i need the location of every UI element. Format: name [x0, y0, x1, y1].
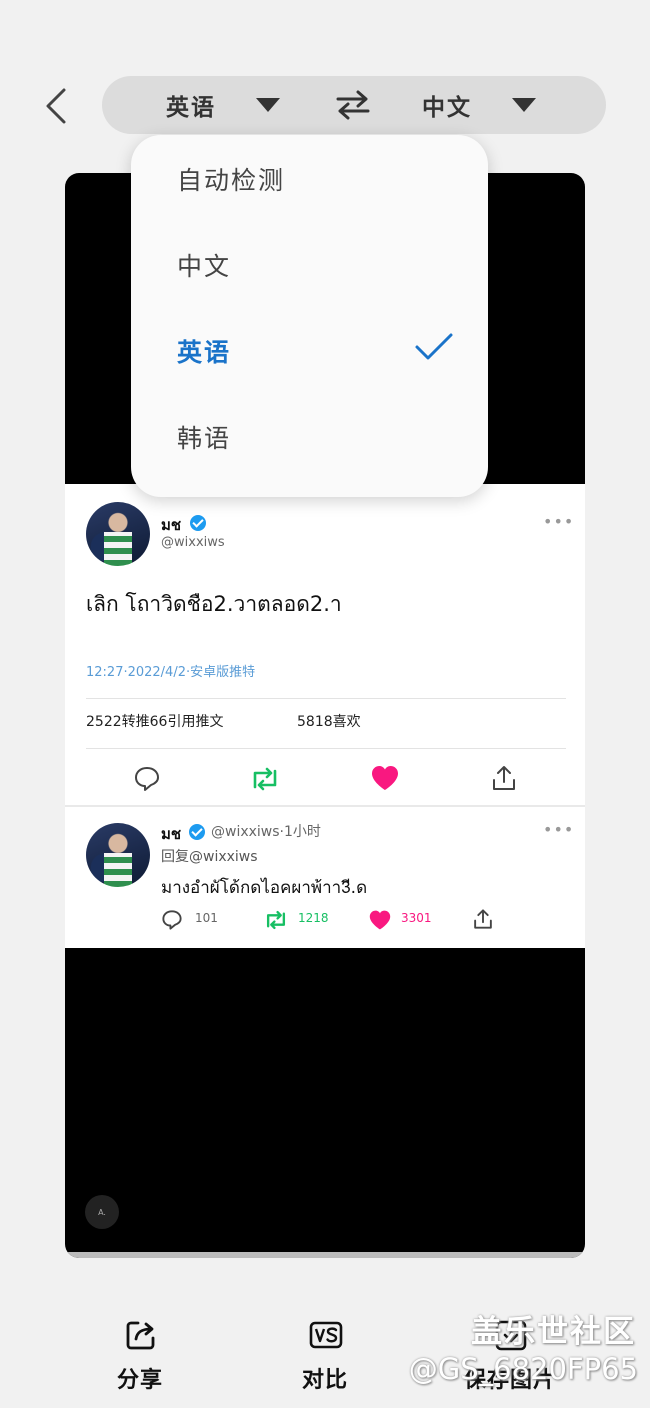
compare-button[interactable]: 对比	[265, 1300, 385, 1400]
reply-author-name: มช	[161, 825, 182, 843]
target-language-label: 中文	[422, 95, 472, 121]
dropdown-item-label: 韩语	[177, 424, 232, 453]
dropdown-item-label: 自动检测	[177, 166, 286, 195]
avatar	[86, 823, 150, 887]
tweet-card: มช @wixxiws ••• เลิก โถาวิดชือ2.วาตลอด2.…	[65, 484, 585, 948]
reply-retweet-button[interactable]	[263, 909, 289, 935]
retweet-icon	[266, 910, 286, 930]
reply-retweet-count: 1218	[298, 911, 329, 925]
comment-icon	[135, 767, 159, 791]
reply-share-button[interactable]	[472, 908, 494, 934]
retweet-icon	[253, 767, 277, 791]
language-bar: 英语 中文	[102, 76, 606, 134]
share-icon	[126, 1321, 155, 1350]
dropdown-item-english[interactable]: 英语	[131, 307, 488, 393]
swap-icon	[336, 90, 370, 120]
share-button[interactable]: 分享	[80, 1300, 200, 1400]
reply-comment-count: 101	[195, 911, 218, 925]
compare-label: 对比	[301, 1368, 348, 1393]
dropdown-item-auto-detect[interactable]: 自动检测	[131, 135, 488, 221]
back-icon	[46, 88, 66, 124]
source-language-selector[interactable]: 英语	[166, 76, 280, 134]
share-tweet-button[interactable]	[490, 764, 518, 796]
verified-icon	[189, 824, 205, 840]
like-button[interactable]	[370, 764, 400, 796]
divider	[86, 748, 566, 749]
reply-text: มางอำผัโด้กดไอคผาพ้าา3ี.ด	[161, 878, 368, 898]
dropdown-item-chinese[interactable]: 中文	[131, 221, 488, 307]
divider	[65, 805, 585, 807]
watermark-user: @GS_6820FP65	[408, 1352, 638, 1386]
reply-handle-time: @wixxiws·1小时	[211, 824, 321, 840]
reply-like-count: 3301	[401, 911, 432, 925]
reply-to-label: 回复@wixxiws	[161, 849, 258, 865]
retweet-quote-stats: 2522转推66引用推文	[86, 714, 224, 730]
tweet-author-handle: @wixxiws	[161, 535, 225, 550]
back-button[interactable]	[38, 82, 78, 130]
check-icon	[415, 333, 453, 360]
comment-icon	[162, 910, 182, 930]
language-dropdown: 自动检测 中文 英语 韩语	[131, 135, 488, 497]
preview-edge	[65, 1252, 585, 1258]
share-label: 分享	[116, 1368, 163, 1393]
comment-button[interactable]	[133, 765, 161, 797]
dropdown-item-label: 英语	[177, 338, 232, 367]
vs-icon	[309, 1321, 343, 1349]
verified-icon	[190, 515, 206, 531]
heart-icon	[372, 766, 398, 790]
like-stats: 5818喜欢	[297, 714, 361, 730]
target-language-selector[interactable]: 中文	[422, 76, 536, 134]
avatar	[86, 502, 150, 566]
watermark-title: 盖乐世社区	[471, 1314, 636, 1350]
heart-icon	[369, 910, 391, 930]
chevron-down-icon	[256, 98, 280, 112]
dropdown-item-korean[interactable]: 韩语	[131, 393, 488, 479]
corner-badge[interactable]: A.	[85, 1195, 119, 1229]
swap-languages-button[interactable]	[334, 89, 372, 121]
divider	[86, 698, 566, 699]
tweet-text: เลิก โถาวิดชือ2.วาตลอด2.า	[86, 592, 342, 616]
more-icon[interactable]: •••	[543, 512, 574, 531]
dropdown-item-label: 中文	[177, 252, 232, 281]
upload-icon	[474, 909, 492, 929]
more-icon[interactable]: •••	[543, 820, 574, 839]
upload-icon	[493, 766, 515, 790]
reply-comment-button[interactable]	[161, 909, 183, 935]
tweet-meta: 12:27·2022/4/2·安卓版推特	[86, 665, 256, 680]
tweet-author-name: มช	[161, 516, 182, 534]
retweet-button[interactable]	[249, 765, 281, 797]
chevron-down-icon	[512, 98, 536, 112]
reply-like-button[interactable]	[368, 909, 392, 935]
source-language-label: 英语	[166, 95, 216, 121]
